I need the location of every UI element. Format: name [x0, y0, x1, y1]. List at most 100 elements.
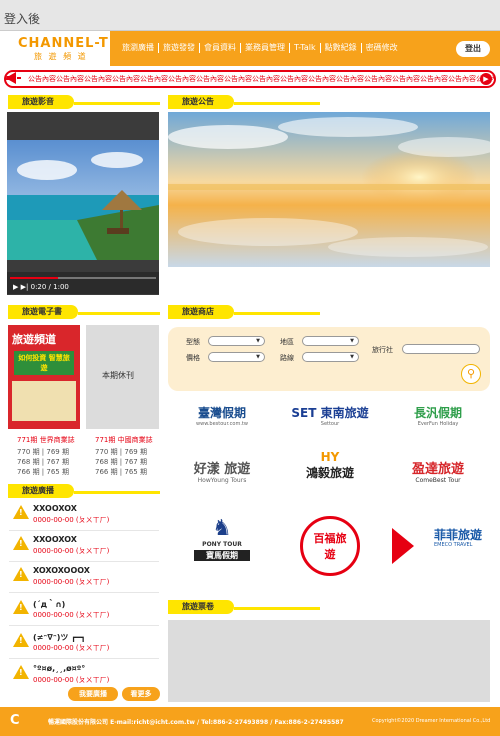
brand-name: 好漾 旅遊 [193, 462, 251, 477]
ad-item[interactable]: XXOOXOX 0000-00-00 (ㄆㄨㄒㄏ) [9, 532, 159, 562]
brand-logo[interactable]: 臺灣假期 www.bestour.com.tw [172, 392, 272, 442]
ad-date: 0000-00-00 (ㄆㄨㄒㄏ) [33, 644, 110, 652]
ad-name: (≠ᵔ∇ᵔ)ツ ┏━┓ [33, 633, 86, 642]
chevron-down-icon: ▼ [350, 354, 354, 360]
warning-icon [13, 567, 29, 581]
brand-name: SET 東南旅遊 [291, 406, 369, 420]
route-label: 路線 [280, 354, 294, 362]
issue-row[interactable]: 768 期 | 767 期 [95, 457, 147, 467]
brand-logo[interactable]: 長汎假期 EverFun Holiday [388, 392, 488, 442]
section-title-ebook: 旅遊電子書 [8, 305, 78, 319]
nav-item-points[interactable]: 點數紀錄 [321, 43, 362, 53]
issue-row[interactable]: 770 期 | 769 期 [17, 447, 69, 457]
ad-date: 0000-00-00 (ㄆㄨㄒㄏ) [33, 516, 110, 524]
brand-sub: PONY TOUR [202, 541, 242, 548]
nav-item-password[interactable]: 密碼修改 [362, 43, 402, 53]
ad-name: °º¤ø,¸¸,ø¤º° [33, 664, 86, 673]
route-select[interactable]: ▼ [302, 352, 359, 362]
brand-logo[interactable]: ♞ PONY TOUR 寶馬假期 [172, 514, 272, 580]
brand-sub: EMECO TRAVEL [434, 542, 473, 548]
chevron-down-icon: ▼ [256, 354, 260, 360]
video-progress-track[interactable] [10, 277, 156, 279]
search-zoom-icon[interactable]: ⚲ [461, 364, 481, 384]
section-divider [234, 607, 320, 610]
brand-sub: ComeBest Tour [415, 477, 461, 484]
next-icon[interactable]: ▶| [21, 283, 29, 291]
section-title-shop: 旅遊商店 [168, 305, 234, 319]
agency-label: 旅行社 [372, 346, 393, 354]
brand-name: 寶馬假期 [194, 550, 250, 561]
footer-contact: 暢運國際股份有限公司 E-mail:richt@icht.com.tw / Te… [48, 719, 344, 726]
nav-item-member[interactable]: 會員資料 [200, 43, 241, 53]
logo[interactable]: CHANNEL-T 旅 遊 頻 道 [0, 31, 110, 66]
ad-item[interactable]: (≠ᵔ∇ᵔ)ツ ┏━┓ 0000-00-00 (ㄆㄨㄒㄏ) [9, 629, 159, 659]
window-title: 登入後 [4, 12, 41, 26]
ebook-cover-title: 旅遊頻道 [12, 333, 56, 346]
section-divider [74, 102, 160, 105]
ad-item[interactable]: (´д｀∩) 0000-00-00 (ㄆㄨㄒㄏ) [9, 596, 159, 626]
issue-row[interactable]: 766 期 | 765 期 [95, 467, 147, 477]
brand-logo[interactable]: 盈達旅遊 ComeBest Tour [388, 448, 488, 498]
type-select[interactable]: ▼ [208, 336, 265, 346]
video-progress-fill [10, 277, 59, 279]
video-time-text: 0:20 / 1:00 [30, 283, 69, 291]
issue-row[interactable]: 770 期 | 769 期 [95, 447, 147, 457]
issue-title-1[interactable]: 771期 世界商業誌 [17, 435, 75, 445]
nav-item-travel[interactable]: 旅遊發發 [159, 43, 200, 53]
announcement-bar[interactable]: 公告內容公告內容公告內容公告內容公告內容公告內容公告內容公告內容公告內容公告內容… [4, 70, 496, 88]
video-player[interactable]: ▶ ▶| 0:20 / 1:00 [7, 112, 159, 295]
section-divider [78, 312, 160, 315]
ad-name: XXOOXOX [33, 535, 77, 544]
brand-logo[interactable]: 菲菲旅遊 EMECO TRAVEL [388, 514, 488, 580]
warning-icon [13, 536, 29, 550]
brand-logo[interactable]: 好漾 旅遊 HowYoung Tours [172, 448, 272, 498]
ad-item[interactable]: XXOOXOX 0000-00-00 (ㄆㄨㄒㄏ) [9, 501, 159, 531]
price-select[interactable]: ▼ [208, 352, 265, 362]
logout-button[interactable]: 登出 [456, 41, 490, 57]
announcement-text: 公告內容公告內容公告內容公告內容公告內容公告內容公告內容公告內容公告內容公告內容… [28, 75, 494, 83]
brand-mark [392, 528, 414, 564]
type-label: 型態 [186, 338, 200, 346]
region-label: 地區 [280, 338, 294, 346]
section-divider [234, 102, 320, 105]
ad-name: XXOOXOX [33, 504, 77, 513]
nav-item-ttalk[interactable]: T-Talk [290, 43, 321, 53]
brand-sub: HY [320, 450, 340, 464]
ad-item[interactable]: XOXOXOOOX 0000-00-00 (ㄆㄨㄒㄏ) [9, 563, 159, 593]
brand-sub: Settour [320, 421, 340, 427]
footer-bar: C 暢運國際股份有限公司 E-mail:richt@icht.com.tw / … [0, 707, 500, 736]
nav-item-sales[interactable]: 業務員管理 [241, 43, 290, 53]
brand-name: 臺灣假期 [197, 406, 246, 420]
logo-main: CHANNEL-T [18, 36, 109, 51]
see-more-button[interactable]: 看更多 [122, 687, 160, 701]
brand-logo[interactable]: 百福旅遊 [280, 514, 380, 580]
ebook-cover[interactable]: 旅遊頻道 如何投資 智慧旅遊 [8, 325, 80, 429]
brand-name: 盈達旅遊 [411, 462, 464, 477]
horse-icon: ♞ [212, 516, 232, 541]
brand-badge: 百福旅遊 [300, 516, 360, 576]
ebook-cover-image [12, 381, 76, 421]
ebook-off-panel: 本期休刊 [86, 325, 159, 429]
next-arrow-icon[interactable]: ▶ [480, 73, 492, 85]
my-broadcast-button[interactable]: 我要廣播 [68, 687, 118, 701]
video-time: ▶ ▶| 0:20 / 1:00 [13, 283, 69, 291]
play-icon[interactable]: ▶ [13, 283, 18, 291]
agency-input[interactable] [402, 344, 480, 354]
brand-logo[interactable]: HY 鴻毅旅遊 [280, 448, 380, 498]
ad-date: 0000-00-00 (ㄆㄨㄒㄏ) [33, 676, 110, 684]
brand-sub: EverFun Holiday [417, 421, 459, 427]
brand-name: 長汎假期 [413, 406, 462, 420]
ad-date: 0000-00-00 (ㄆㄨㄒㄏ) [33, 611, 110, 619]
chevron-down-icon: ▼ [350, 338, 354, 344]
issue-row[interactable]: 766 期 | 765 期 [17, 467, 69, 477]
logo-sub: 旅 遊 頻 道 [34, 52, 88, 61]
region-select[interactable]: ▼ [302, 336, 359, 346]
issue-row[interactable]: 768 期 | 767 期 [17, 457, 69, 467]
ebook-cover-sub: 如何投資 智慧旅遊 [14, 351, 74, 375]
brand-logo[interactable]: SET 東南旅遊 Settour [280, 392, 380, 442]
announce-banner[interactable] [168, 112, 490, 267]
chevron-down-icon: ▼ [256, 338, 260, 344]
issue-title-2[interactable]: 771期 中國商業誌 [95, 435, 153, 445]
footer-logo-icon: C [10, 713, 20, 728]
nav-item-broadcast[interactable]: 旅瀏廣播 [118, 43, 159, 53]
